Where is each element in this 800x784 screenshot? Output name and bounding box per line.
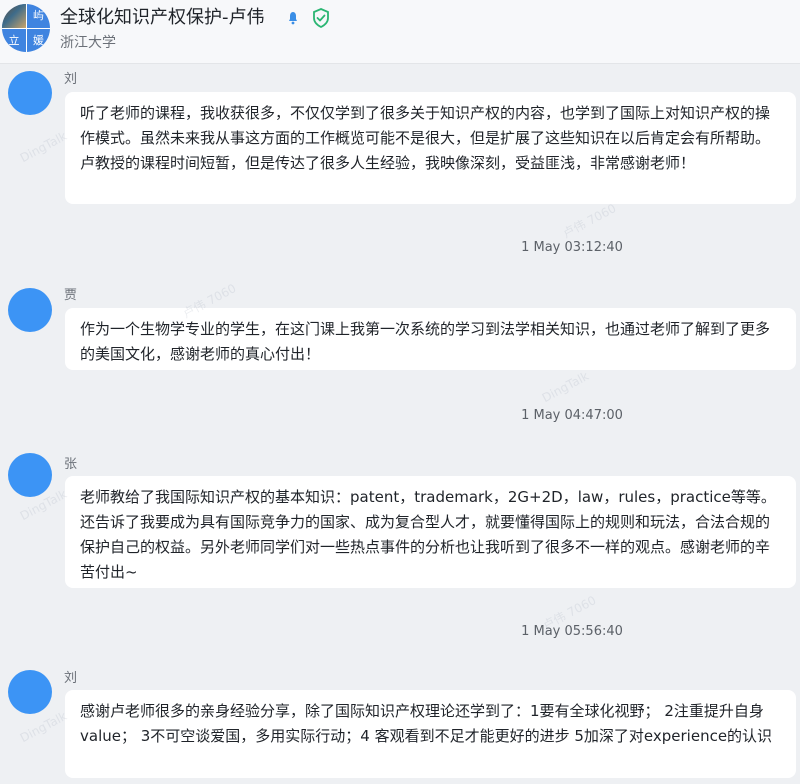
sender-name: 贾 bbox=[64, 288, 78, 303]
group-title[interactable]: 全球化知识产权保护-卢伟 bbox=[60, 6, 265, 30]
organization-name: 浙江大学 bbox=[60, 35, 116, 51]
sender-name: 刘 bbox=[64, 72, 78, 87]
group-avatar[interactable]: 屿 立 媛 bbox=[2, 4, 50, 52]
avatar-char-2: 立 bbox=[2, 28, 26, 52]
avatar-char-1: 屿 bbox=[26, 4, 50, 28]
member-photo bbox=[2, 4, 26, 28]
avatar-char-3: 媛 bbox=[26, 28, 50, 52]
avatar[interactable] bbox=[8, 71, 52, 115]
watermark: DingTalk bbox=[17, 708, 70, 746]
avatar[interactable] bbox=[8, 670, 52, 714]
avatar[interactable] bbox=[8, 288, 52, 332]
message-bubble[interactable]: 作为一个生物学专业的学生，在这门课上我第一次系统的学习到法学相关知识，也通过老师… bbox=[65, 308, 796, 370]
watermark: DingTalk bbox=[539, 368, 592, 406]
timestamp: 1 May 03:12:40 bbox=[521, 240, 623, 255]
message-bubble[interactable]: 感谢卢老师很多的亲身经验分享，除了国际知识产权理论还学到了：1要有全球化视野； … bbox=[65, 690, 796, 778]
timestamp: 1 May 04:47:00 bbox=[521, 408, 623, 423]
notification-icon[interactable] bbox=[285, 9, 301, 27]
message-bubble[interactable]: 老师教给了我国际知识产权的基本知识：patent，trademark，2G+2D… bbox=[65, 476, 796, 588]
verified-icon bbox=[313, 8, 329, 28]
sender-name: 刘 bbox=[64, 671, 78, 686]
sender-name: 张 bbox=[64, 457, 78, 472]
chat-header: 屿 立 媛 全球化知识产权保护-卢伟 浙江大学 bbox=[0, 0, 800, 64]
watermark: 卢伟 7060 bbox=[560, 201, 619, 241]
timestamp: 1 May 05:56:40 bbox=[521, 624, 623, 639]
avatar[interactable] bbox=[8, 453, 52, 497]
message-bubble[interactable]: 听了老师的课程，我收获很多，不仅仅学到了很多关于知识产权的内容，也学到了国际上对… bbox=[65, 92, 796, 204]
watermark: DingTalk bbox=[17, 128, 70, 166]
